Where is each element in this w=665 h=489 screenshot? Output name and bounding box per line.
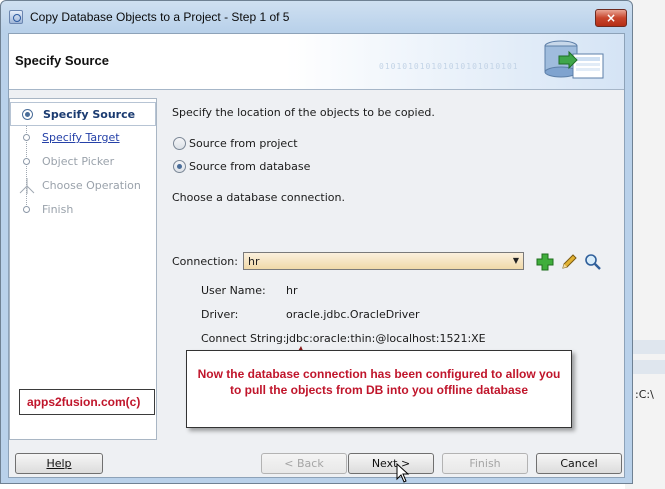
connection-select-value: hr xyxy=(248,255,260,268)
connection-select[interactable]: hr ▼ xyxy=(243,252,524,270)
edit-connection-icon[interactable] xyxy=(560,253,578,271)
nav-step-specify-target[interactable]: Specify Target xyxy=(10,126,156,150)
title-bar[interactable]: Copy Database Objects to a Project - Ste… xyxy=(1,1,632,33)
step-node-icon xyxy=(23,134,30,141)
back-button[interactable]: < Back xyxy=(261,453,347,474)
app-icon xyxy=(9,10,23,24)
close-button[interactable]: × xyxy=(595,9,627,27)
background-text-fragment: :C:\ xyxy=(635,388,654,401)
detail-label-driver: Driver: xyxy=(201,308,239,321)
cancel-button[interactable]: Cancel xyxy=(536,453,622,474)
window-title: Copy Database Objects to a Project - Ste… xyxy=(30,10,290,24)
detail-label-connect-string: Connect String: xyxy=(201,332,287,345)
source-database-radio[interactable] xyxy=(173,160,186,173)
step-node-icon xyxy=(23,158,30,165)
page-title: Specify Source xyxy=(15,53,109,68)
wizard-step-nav: Specify Source Specify Target Object Pic… xyxy=(9,98,157,440)
chevron-down-icon[interactable]: ▼ xyxy=(509,253,523,269)
next-button[interactable]: Next > xyxy=(348,453,434,474)
nav-step-object-picker: Object Picker xyxy=(10,150,156,174)
mouse-cursor-icon xyxy=(396,463,410,483)
add-connection-icon[interactable] xyxy=(536,253,554,271)
nav-step-label: Finish xyxy=(42,203,74,216)
annotation-callout: Now the database connection has been con… xyxy=(186,350,572,428)
step-branch-icon xyxy=(19,178,35,194)
detail-value-driver: oracle.jdbc.OracleDriver xyxy=(286,308,420,321)
help-button[interactable]: Help xyxy=(15,453,103,474)
step-node-icon xyxy=(23,206,30,213)
nav-step-label: Object Picker xyxy=(42,155,115,168)
header-binary-decoration: 010101010101010101010101 xyxy=(379,62,519,71)
intro-text: Specify the location of the objects to b… xyxy=(172,106,435,119)
source-project-label[interactable]: Source from project xyxy=(189,137,298,150)
nav-step-label: Specify Source xyxy=(43,108,136,121)
step-current-icon xyxy=(22,109,33,120)
choose-connection-text: Choose a database connection. xyxy=(172,191,345,204)
finish-button[interactable]: Finish xyxy=(442,453,528,474)
source-database-label[interactable]: Source from database xyxy=(189,160,310,173)
connection-label: Connection: xyxy=(172,255,238,268)
wizard-header: Specify Source 010101010101010101010101 xyxy=(9,34,624,90)
search-icon[interactable] xyxy=(584,253,602,271)
source-project-radio[interactable] xyxy=(173,137,186,150)
nav-step-specify-source[interactable]: Specify Source xyxy=(10,102,156,126)
database-copy-icon xyxy=(544,40,604,79)
detail-label-user: User Name: xyxy=(201,284,266,297)
detail-value-user: hr xyxy=(286,284,298,297)
nav-step-choose-operation: Choose Operation xyxy=(10,174,156,198)
nav-step-label: Choose Operation xyxy=(42,179,141,192)
nav-step-finish: Finish xyxy=(10,198,156,222)
watermark-label: apps2fusion.com(c) xyxy=(19,389,155,415)
nav-step-label: Specify Target xyxy=(42,131,120,144)
